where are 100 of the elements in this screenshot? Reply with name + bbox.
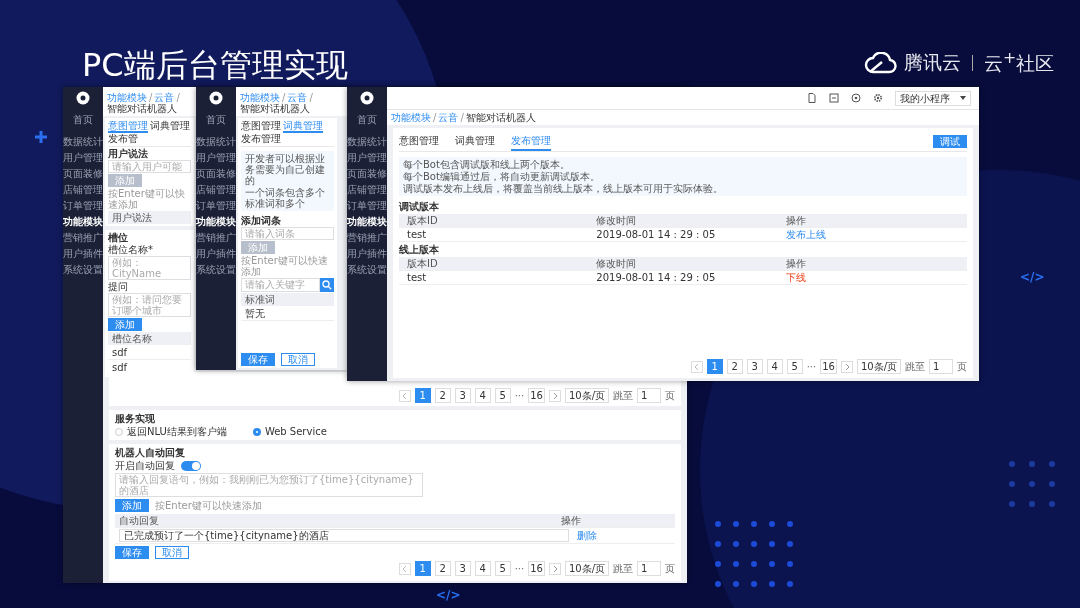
sidebar-item[interactable]: 营销推广 (196, 232, 236, 243)
delete-link[interactable]: 删除 (573, 529, 675, 542)
page-button[interactable]: 16 (528, 388, 545, 403)
tab[interactable]: 词典管理 (455, 132, 495, 151)
cancel-button[interactable]: 取消 (281, 353, 315, 366)
next-page-icon[interactable] (840, 360, 853, 373)
tab[interactable]: 词典管理 (283, 120, 323, 133)
sidebar-item[interactable]: 用户管理 (347, 152, 387, 163)
search-icon[interactable] (320, 278, 334, 292)
page-button[interactable]: 2 (726, 359, 743, 374)
page-input[interactable]: 1 (637, 561, 661, 576)
sidebar-item[interactable]: 功能模块 (347, 216, 387, 227)
page-size-select[interactable]: 10条/页 (564, 561, 609, 576)
tab[interactable]: 意图管理 (241, 120, 281, 133)
page-button[interactable]: 2 (434, 388, 451, 403)
breadcrumb-link[interactable]: 云音 (438, 112, 459, 123)
tab[interactable]: 发布管 (108, 133, 138, 146)
sidebar-item[interactable]: 订单管理 (63, 200, 103, 211)
next-page-icon[interactable] (548, 562, 561, 575)
add-button[interactable]: 添加 (108, 318, 142, 331)
tab[interactable]: 词典管理 (150, 120, 190, 133)
breadcrumb-link[interactable]: 功能模块 (107, 92, 147, 103)
page-size-select[interactable]: 10条/页 (564, 388, 609, 403)
document-icon[interactable] (807, 93, 817, 103)
page-input[interactable]: 1 (637, 388, 661, 403)
settings-icon[interactable] (873, 93, 883, 103)
sidebar-item[interactable]: 功能模块 (196, 216, 236, 227)
breadcrumb-link[interactable]: 功能模块 (391, 112, 431, 123)
breadcrumb-link[interactable]: 功能模块 (240, 92, 280, 103)
sidebar-item[interactable]: 首页 (73, 112, 93, 131)
sidebar-item[interactable]: 用户插件 (347, 248, 387, 259)
page-button[interactable]: 3 (746, 359, 763, 374)
breadcrumb-separator: / (282, 92, 286, 103)
toggle-switch[interactable] (181, 460, 201, 471)
page-button[interactable]: 1 (414, 388, 431, 403)
sidebar-item[interactable]: 页面装修 (347, 168, 387, 179)
radio-option[interactable]: 返回NLU结果到客户端 (115, 426, 227, 437)
sidebar-item[interactable]: 用户插件 (63, 248, 103, 259)
save-button[interactable]: 保存 (115, 546, 149, 559)
sidebar-item[interactable]: 系统设置 (196, 264, 236, 275)
sidebar-item[interactable]: 首页 (357, 112, 377, 131)
sidebar-item[interactable]: 订单管理 (347, 200, 387, 211)
sidebar-item[interactable]: 店铺管理 (196, 184, 236, 195)
sidebar-item[interactable]: 页面装修 (63, 168, 103, 179)
tab[interactable]: 意图管理 (399, 132, 439, 151)
sidebar-item[interactable]: 营销推广 (347, 232, 387, 243)
previous-page-icon[interactable] (690, 360, 703, 373)
sidebar-item[interactable]: 系统设置 (347, 264, 387, 275)
previous-page-icon[interactable] (398, 389, 411, 402)
sidebar-item[interactable]: 用户管理 (196, 152, 236, 163)
plus-icon (34, 130, 48, 144)
page-button[interactable]: 4 (474, 388, 491, 403)
page-button[interactable]: 5 (786, 359, 803, 374)
column-header: 自动回复 (118, 514, 160, 527)
action-link[interactable]: 发布上线 (785, 229, 826, 240)
sidebar-item[interactable]: 用户管理 (63, 152, 103, 163)
page-size-select[interactable]: 10条/页 (856, 359, 901, 374)
page-button[interactable]: 16 (820, 359, 837, 374)
sidebar-item[interactable]: 营销推广 (63, 232, 103, 243)
code-mark: </> (1020, 270, 1045, 284)
tab[interactable]: 意图管理 (108, 120, 148, 133)
page-button[interactable]: 5 (494, 561, 511, 576)
cancel-button[interactable]: 取消 (155, 546, 189, 559)
sidebar-item[interactable]: 订单管理 (196, 200, 236, 211)
page-input[interactable]: 1 (929, 359, 953, 374)
tab[interactable]: 发布管理 (511, 132, 551, 151)
action-link[interactable]: 下线 (785, 272, 806, 283)
sidebar-item[interactable]: 数据统计 (196, 136, 236, 147)
page-button[interactable]: 4 (474, 561, 491, 576)
page-button[interactable]: 4 (766, 359, 783, 374)
sidebar-item[interactable]: 店铺管理 (63, 184, 103, 195)
page-button[interactable]: 1 (706, 359, 723, 374)
sidebar-item[interactable]: 首页 (206, 112, 226, 131)
sidebar-item[interactable]: 用户插件 (196, 248, 236, 259)
radio-option[interactable]: Web Service (252, 426, 327, 437)
reply-text-field[interactable]: 已完成预订了一个{time}{cityname}的酒店 (119, 529, 569, 542)
page-button[interactable]: 1 (414, 561, 431, 576)
tab[interactable]: 发布管理 (241, 133, 281, 146)
sidebar-item[interactable]: 功能模块 (63, 216, 103, 227)
page-button[interactable]: 2 (434, 561, 451, 576)
save-button[interactable]: 保存 (241, 353, 275, 366)
sidebar-item[interactable]: 系统设置 (63, 264, 103, 275)
sidebar-item[interactable]: 数据统计 (347, 136, 387, 147)
next-page-icon[interactable] (548, 389, 561, 402)
breadcrumb-link[interactable]: 云音 (154, 92, 175, 103)
debug-button[interactable]: 调试 (933, 135, 967, 148)
sidebar-item[interactable]: 店铺管理 (347, 184, 387, 195)
sidebar-item[interactable]: 页面装修 (196, 168, 236, 179)
notice-text: 一个词条包含多个标准词和多个 (245, 187, 326, 209)
app-select[interactable]: 我的小程序 (895, 90, 971, 106)
add-button[interactable]: 添加 (115, 499, 149, 512)
page-button[interactable]: 16 (528, 561, 545, 576)
sidebar-item[interactable]: 数据统计 (63, 136, 103, 147)
page-button[interactable]: 3 (454, 561, 471, 576)
page-button[interactable]: 5 (494, 388, 511, 403)
breadcrumb-link[interactable]: 云音 (287, 92, 308, 103)
previous-page-icon[interactable] (398, 562, 411, 575)
box-icon[interactable] (829, 93, 839, 103)
page-button[interactable]: 3 (454, 388, 471, 403)
ellipsis: ··· (514, 390, 525, 401)
